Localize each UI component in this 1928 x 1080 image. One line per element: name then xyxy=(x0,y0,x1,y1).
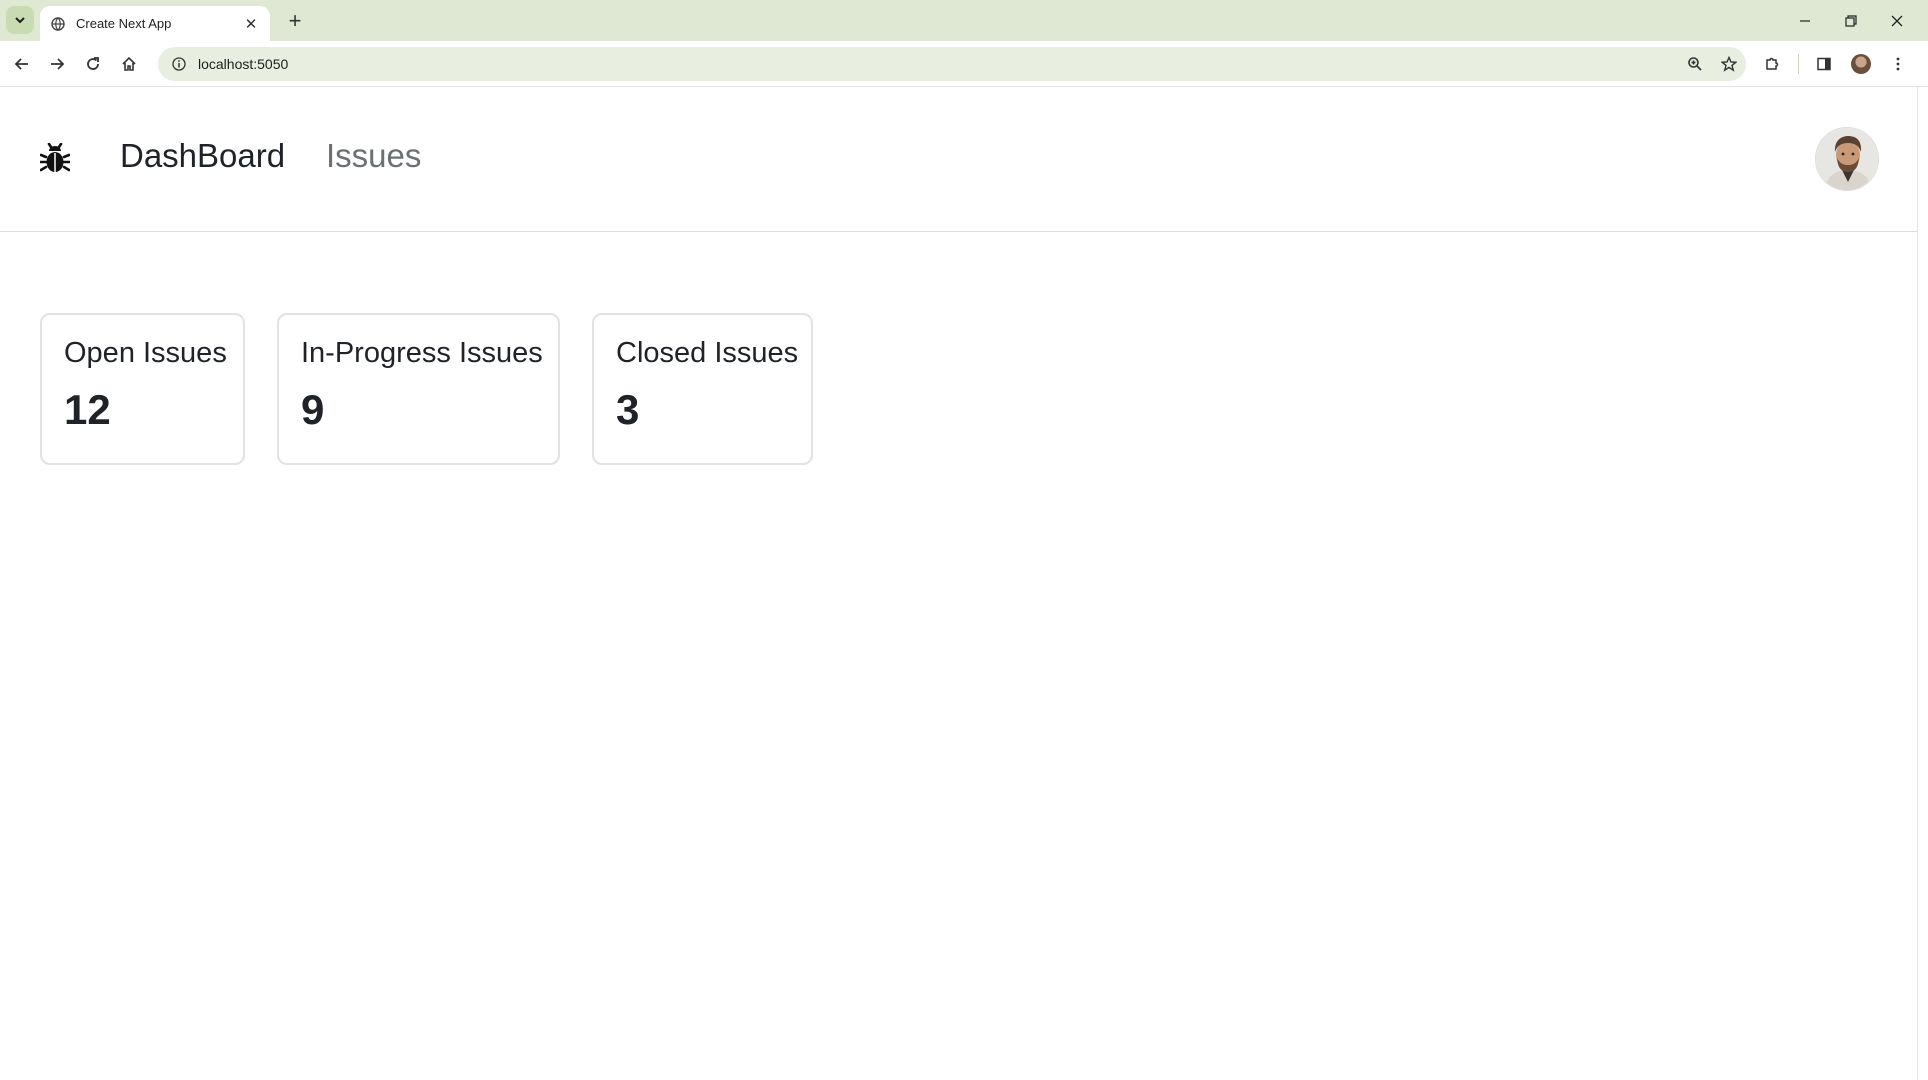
nav-link-issues[interactable]: Issues xyxy=(326,137,421,175)
tab-title: Create Next App xyxy=(76,16,172,31)
browser-tab-strip: Create Next App ✕ + xyxy=(0,0,1928,41)
zoom-icon[interactable] xyxy=(1680,47,1710,81)
close-window-button[interactable] xyxy=(1874,0,1920,41)
card-closed-issues[interactable]: Closed Issues 3 xyxy=(592,313,813,465)
toolbar-divider xyxy=(1798,54,1799,74)
url-text: localhost:5050 xyxy=(198,56,289,72)
card-label: In-Progress Issues xyxy=(301,337,543,369)
restore-window-button[interactable] xyxy=(1828,0,1874,41)
card-count: 12 xyxy=(64,386,111,433)
reload-button[interactable] xyxy=(78,49,108,79)
card-open-issues[interactable]: Open Issues 12 xyxy=(40,313,245,465)
side-panel-button[interactable] xyxy=(1809,49,1839,79)
profile-button[interactable] xyxy=(1846,49,1876,79)
browser-menu-button[interactable] xyxy=(1883,49,1913,79)
puzzle-icon xyxy=(1766,57,1779,70)
tab-search-button[interactable] xyxy=(6,6,34,34)
page-scrollbar[interactable] xyxy=(1917,87,1928,1080)
chevron-down-icon xyxy=(15,17,25,24)
app-navbar: DashBoard Issues xyxy=(0,87,1917,232)
home-icon xyxy=(122,56,136,71)
browser-toolbar: localhost:5050 xyxy=(0,41,1928,87)
forward-button[interactable] xyxy=(42,49,72,79)
extensions-button[interactable] xyxy=(1757,49,1787,79)
page-content: DashBoard Issues Open Issues 12 In-Progr… xyxy=(0,87,1917,1080)
globe-icon xyxy=(50,16,66,32)
more-vertical-icon xyxy=(1896,57,1900,71)
address-bar[interactable]: localhost:5050 xyxy=(158,47,1746,81)
minimize-window-button[interactable] xyxy=(1782,0,1828,41)
close-icon xyxy=(1891,15,1903,26)
nav-link-dashboard[interactable]: DashBoard xyxy=(120,137,285,175)
card-label: Closed Issues xyxy=(616,337,799,369)
reload-icon xyxy=(87,57,99,70)
restore-icon xyxy=(1845,14,1857,27)
card-label: Open Issues xyxy=(64,337,227,369)
new-tab-button[interactable]: + xyxy=(282,8,308,34)
close-tab-icon[interactable]: ✕ xyxy=(242,15,260,33)
bookmark-star-icon[interactable] xyxy=(1714,47,1744,81)
user-avatar[interactable] xyxy=(1815,127,1879,191)
site-info-icon[interactable] xyxy=(170,55,188,73)
arrow-right-icon xyxy=(51,58,65,70)
minimize-icon xyxy=(1800,19,1810,22)
arrow-left-icon xyxy=(14,58,28,70)
side-panel-icon xyxy=(1817,57,1831,71)
home-button[interactable] xyxy=(114,49,144,79)
card-count: 9 xyxy=(301,386,325,433)
back-button[interactable] xyxy=(7,49,37,79)
bug-icon[interactable] xyxy=(39,142,71,175)
card-count: 3 xyxy=(616,386,640,433)
profile-avatar-icon xyxy=(1851,54,1871,74)
browser-tab-active[interactable]: Create Next App ✕ xyxy=(40,6,270,41)
card-in-progress-issues[interactable]: In-Progress Issues 9 xyxy=(277,313,560,465)
